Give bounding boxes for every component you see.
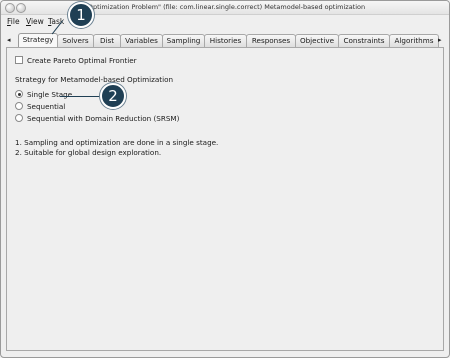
tab-sampling[interactable]: Sampling [162, 34, 205, 47]
pareto-label: Create Pareto Optimal Frontier [27, 56, 137, 65]
radio-sequential-domain-reduction[interactable]: Sequential with Domain Reduction (SRSM) [15, 114, 179, 123]
tab-objective[interactable]: Objective [295, 34, 339, 47]
radio-label: Single Stage [27, 90, 73, 99]
radio-button-selected[interactable] [15, 90, 23, 98]
radio-label: Sequential [27, 102, 66, 111]
strategy-note-1: 1. Sampling and optimization are done in… [15, 138, 219, 147]
tab-solvers[interactable]: Solvers [57, 34, 94, 47]
callout-1-badge: 1 [68, 2, 94, 28]
tab-scroll-right-icon[interactable]: ▸ [438, 36, 442, 44]
tab-algorithms[interactable]: Algorithms [389, 34, 439, 47]
menu-view[interactable]: View [26, 17, 44, 26]
pareto-checkbox-row[interactable]: Create Pareto Optimal Frontier [15, 56, 137, 65]
strategy-panel: Create Pareto Optimal Frontier Strategy … [6, 47, 444, 351]
tab-scroll-left-icon[interactable]: ◂ [7, 36, 11, 44]
radio-sequential[interactable]: Sequential [15, 102, 65, 111]
pareto-checkbox[interactable] [15, 56, 23, 64]
tab-variables[interactable]: Variables [120, 34, 163, 47]
radio-label: Sequential with Domain Reduction (SRSM) [27, 114, 180, 123]
tab-histories[interactable]: Histories [204, 34, 247, 47]
tab-responses[interactable]: Responses [246, 34, 296, 47]
radio-button[interactable] [15, 102, 23, 110]
tab-constraints[interactable]: Constraints [338, 34, 390, 47]
menu-file[interactable]: File [7, 17, 20, 26]
strategy-note-2: 2. Suitable for global design exploratio… [15, 148, 162, 157]
callout-2-leader [60, 96, 100, 97]
tab-strategy[interactable]: Strategy [18, 33, 58, 48]
tab-dist[interactable]: Dist [93, 34, 121, 47]
callout-2-badge: 2 [100, 83, 126, 109]
tab-bar: ◂ Strategy Solvers Dist Variables Sampli… [4, 33, 446, 48]
radio-single-stage[interactable]: Single Stage [15, 90, 72, 99]
strategy-section-label: Strategy for Metamodel-based Optimizatio… [15, 75, 174, 84]
radio-button[interactable] [15, 114, 23, 122]
